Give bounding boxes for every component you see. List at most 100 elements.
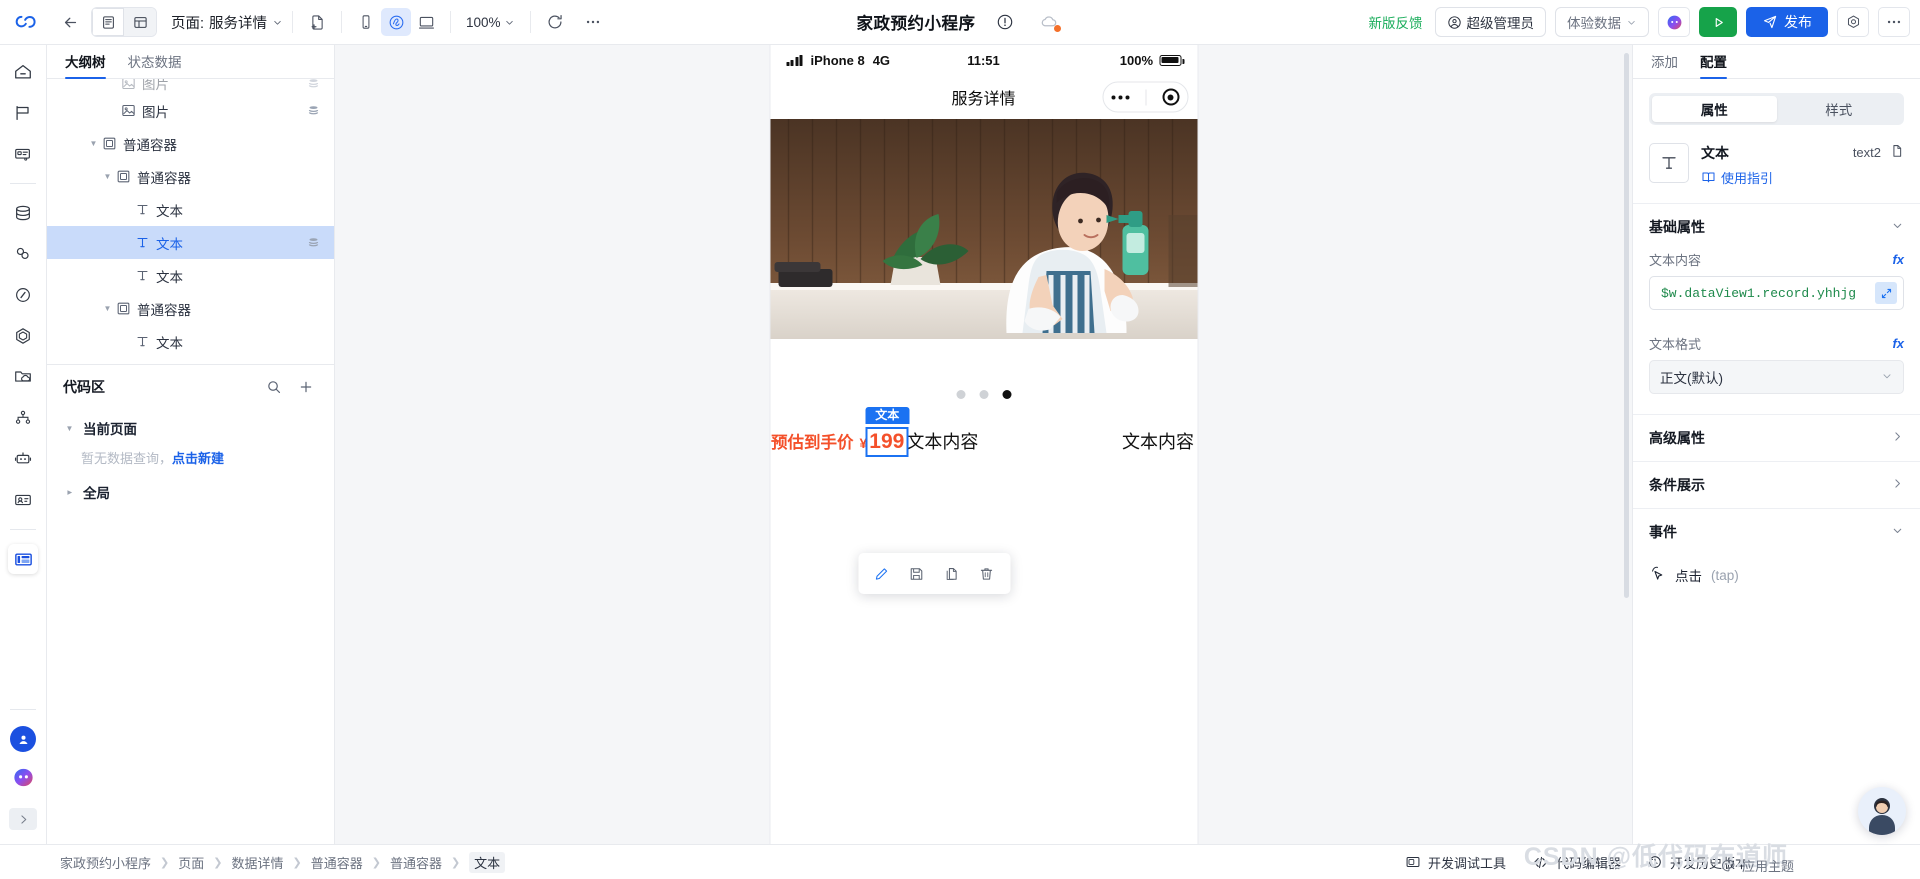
code-editor-button[interactable]: 代码编辑器 bbox=[1532, 853, 1621, 872]
tab-add[interactable]: 添加 bbox=[1651, 51, 1678, 78]
carousel-dot[interactable] bbox=[979, 389, 988, 399]
usage-guide-link[interactable]: 使用指引 bbox=[1701, 168, 1773, 187]
wechat-capsule[interactable] bbox=[1102, 81, 1188, 113]
topbar-overflow-button[interactable] bbox=[1878, 7, 1910, 37]
feedback-link[interactable]: 新版反馈 bbox=[1369, 12, 1423, 32]
user-avatar[interactable] bbox=[10, 726, 36, 752]
rail-item-pages[interactable] bbox=[8, 98, 38, 128]
segment-styles[interactable]: 样式 bbox=[1777, 96, 1902, 122]
code-add-button[interactable] bbox=[294, 375, 318, 399]
rail-item-ai-bot[interactable] bbox=[8, 444, 38, 474]
fx-button[interactable]: fx bbox=[1892, 336, 1904, 351]
devtools-button[interactable]: 开发调试工具 bbox=[1405, 853, 1506, 872]
text-after-price[interactable]: 文本内容 bbox=[906, 428, 978, 454]
code-group-global[interactable]: ▼ 全局 bbox=[47, 473, 334, 506]
hero-banner-image[interactable] bbox=[770, 119, 1197, 339]
segment-properties[interactable]: 属性 bbox=[1652, 96, 1777, 122]
breadcrumb-item-3[interactable]: 普通容器 bbox=[311, 853, 363, 872]
carousel-dot[interactable] bbox=[956, 389, 965, 399]
tab-config[interactable]: 配置 bbox=[1700, 51, 1727, 79]
publish-button[interactable]: 发布 bbox=[1746, 7, 1828, 37]
fx-button[interactable]: fx bbox=[1892, 252, 1904, 267]
copy-id-button[interactable] bbox=[1888, 143, 1904, 162]
role-button[interactable]: 超级管理员 bbox=[1434, 7, 1546, 37]
chat-support-button[interactable] bbox=[1858, 787, 1906, 835]
page-selector[interactable]: 页面: 服务详情 bbox=[171, 12, 283, 33]
device-mobile-button[interactable] bbox=[351, 8, 381, 36]
section-basic-properties[interactable]: 基础属性 bbox=[1633, 204, 1920, 250]
tree-node-text-selected[interactable]: 文本 bbox=[47, 226, 334, 259]
save-button[interactable] bbox=[903, 560, 930, 587]
add-page-button[interactable] bbox=[302, 8, 332, 36]
breadcrumb-item-4[interactable]: 普通容器 bbox=[390, 853, 442, 872]
ai-assistant-button[interactable] bbox=[1658, 7, 1690, 37]
property-style-switch[interactable]: 属性 样式 bbox=[1649, 93, 1904, 125]
delete-button[interactable] bbox=[973, 560, 1000, 587]
refresh-button[interactable] bbox=[540, 8, 570, 36]
chevron-down-icon[interactable]: ▼ bbox=[101, 172, 114, 181]
breadcrumb-item-5[interactable]: 文本 bbox=[469, 851, 506, 873]
tree-node-container[interactable]: ▼ 普通容器 bbox=[47, 160, 334, 193]
text-content-input[interactable]: $w.dataView1.record.yhhjg bbox=[1649, 276, 1904, 310]
rail-item-database[interactable] bbox=[8, 198, 38, 228]
tab-outline-tree[interactable]: 大纲树 bbox=[65, 51, 106, 79]
design-canvas[interactable]: iPhone 8 4G 11:51 100% 服务详情 预估到手价 ¥ 文本 1… bbox=[335, 45, 1632, 844]
expand-editor-button[interactable] bbox=[1875, 282, 1897, 304]
assistant-button[interactable] bbox=[11, 765, 36, 795]
text-right[interactable]: 文本内容 bbox=[1122, 428, 1194, 454]
rail-item-sitemap[interactable] bbox=[8, 403, 38, 433]
rail-item-members[interactable] bbox=[8, 485, 38, 515]
carousel-dot-active[interactable] bbox=[1002, 389, 1011, 399]
tab-state-data[interactable]: 状态数据 bbox=[128, 51, 182, 78]
theme-button[interactable]: 应用主题 bbox=[1721, 856, 1794, 875]
tree-node-image[interactable]: 图片 bbox=[47, 94, 334, 127]
app-warning-button[interactable] bbox=[990, 8, 1020, 36]
canvas-scrollbar[interactable] bbox=[1624, 53, 1629, 598]
tree-node-clipped[interactable]: 图片 bbox=[47, 79, 334, 94]
tree-node-container[interactable]: ▼ 普通容器 bbox=[47, 127, 334, 160]
event-tap-row[interactable]: 点击 (tap) bbox=[1633, 555, 1920, 599]
view-grid-button[interactable] bbox=[124, 8, 156, 36]
code-empty-create-link[interactable]: 点击新建 bbox=[172, 451, 224, 466]
app-logo[interactable] bbox=[0, 9, 55, 35]
section-conditional-display[interactable]: 条件展示 bbox=[1633, 462, 1920, 508]
section-events[interactable]: 事件 bbox=[1633, 509, 1920, 555]
code-search-button[interactable] bbox=[262, 375, 286, 399]
rail-item-plugins[interactable] bbox=[8, 321, 38, 351]
chevron-right-icon[interactable]: ▼ bbox=[65, 486, 74, 499]
cloud-status-button[interactable] bbox=[1034, 8, 1064, 36]
text-format-select[interactable]: 正文(默认) bbox=[1649, 360, 1904, 394]
carousel-dots[interactable] bbox=[770, 374, 1197, 414]
rail-item-assets[interactable] bbox=[8, 362, 38, 392]
rail-item-shop[interactable] bbox=[8, 139, 38, 169]
device-miniprogram-button[interactable] bbox=[381, 8, 412, 36]
chevron-down-icon[interactable]: ▼ bbox=[101, 304, 114, 313]
rail-item-layout[interactable] bbox=[8, 544, 38, 574]
tree-node-container[interactable]: ▼ 普通容器 bbox=[47, 292, 334, 325]
tree-node-text[interactable]: 文本 bbox=[47, 193, 334, 226]
preview-run-button[interactable] bbox=[1699, 7, 1737, 37]
section-advanced-properties[interactable]: 高级属性 bbox=[1633, 415, 1920, 461]
copy-button[interactable] bbox=[938, 560, 965, 587]
settings-button[interactable] bbox=[1837, 7, 1869, 37]
view-document-button[interactable] bbox=[92, 8, 124, 36]
view-mode-switch[interactable] bbox=[91, 7, 157, 37]
tree-node-text[interactable]: 文本 bbox=[47, 325, 334, 358]
selected-text-component[interactable]: 文本 199 bbox=[865, 407, 910, 457]
device-desktop-button[interactable] bbox=[411, 8, 441, 36]
back-button[interactable] bbox=[55, 8, 85, 36]
rail-item-workflow[interactable] bbox=[8, 280, 38, 310]
tree-node-text[interactable]: 文本 bbox=[47, 259, 334, 292]
zoom-selector[interactable]: 100% bbox=[460, 15, 521, 30]
code-group-current-page[interactable]: ▼ 当前页面 bbox=[47, 409, 334, 442]
breadcrumb-item-2[interactable]: 数据详情 bbox=[231, 853, 283, 872]
chevron-down-icon[interactable]: ▼ bbox=[63, 424, 76, 433]
rail-item-connector[interactable] bbox=[8, 239, 38, 269]
env-selector[interactable]: 体验数据 bbox=[1555, 7, 1649, 37]
rail-collapse-button[interactable] bbox=[9, 808, 37, 830]
toolbar-more-button[interactable] bbox=[578, 8, 608, 36]
breadcrumb-item-1[interactable]: 页面 bbox=[178, 853, 204, 872]
edit-button[interactable] bbox=[868, 560, 895, 587]
breadcrumb-item-0[interactable]: 家政预约小程序 bbox=[60, 853, 151, 872]
chevron-down-icon[interactable]: ▼ bbox=[87, 139, 100, 148]
